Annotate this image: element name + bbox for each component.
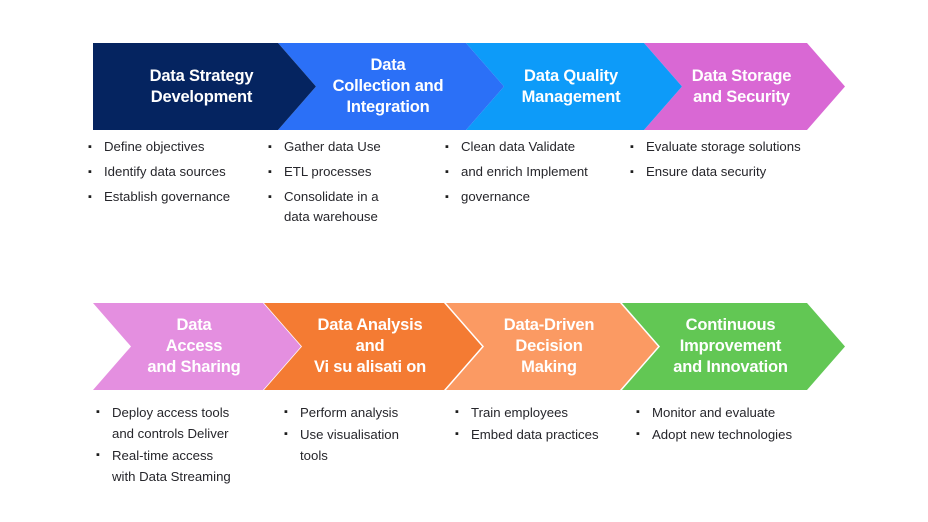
bullet-text: Identify data sources (104, 164, 226, 179)
bullet-column-5: ▪ Deploy access tools and controls Deliv… (96, 402, 286, 488)
diagram-canvas: Data Strategy Development Data Collectio… (0, 0, 928, 522)
bullet-text: Embed data practices (471, 427, 599, 442)
bullet-text: Perform analysis (300, 405, 399, 420)
bullet-icon: ▪ (636, 428, 640, 440)
bullet-column-1: ▪ Define objectives ▪ Identify data sour… (88, 137, 268, 212)
list-item: ▪ Establish governance (88, 187, 268, 207)
bullet-column-3: ▪ Clean data Validate ▪ and enrich Imple… (445, 137, 630, 212)
bullet-text: Gather data Use (284, 139, 381, 154)
list-item: ▪ Clean data Validate (445, 137, 630, 157)
list-item: ▪ Perform analysis (284, 402, 464, 423)
bullet-text: Establish governance (104, 189, 231, 204)
bullet-icon: ▪ (445, 191, 449, 203)
list-item: ▪ Use visualisation tools (284, 424, 464, 466)
bullet-text: Use visualisation tools (300, 427, 399, 463)
bullet-icon: ▪ (284, 406, 288, 418)
list-item: ▪ ETL processes (268, 162, 448, 182)
bullet-text: Deploy access tools and controls Deliver (112, 405, 230, 441)
bullet-text: governance (461, 189, 530, 204)
bullet-text: Evaluate storage solutions (646, 139, 801, 154)
stage-label-1: Data Strategy Development (149, 66, 254, 106)
bullet-icon: ▪ (630, 166, 634, 178)
bullet-icon: ▪ (284, 428, 288, 440)
bullet-column-7: ▪ Train employees ▪ Embed data practices (455, 402, 635, 446)
list-item: ▪ Monitor and evaluate (636, 402, 851, 423)
list-item: ▪ Train employees (455, 402, 635, 423)
stage-label-8: Continuous Improvement and Innovation (673, 316, 788, 376)
stage-label-7: Data-Driven Decision Making (503, 316, 595, 376)
list-item: ▪ Consolidate in a data warehouse (268, 187, 448, 227)
bullet-icon: ▪ (96, 406, 100, 418)
bullet-icon: ▪ (268, 141, 272, 153)
bullet-text: Monitor and evaluate (652, 405, 776, 420)
bullet-icon: ▪ (268, 191, 272, 203)
list-item: ▪ Identify data sources (88, 162, 268, 182)
stage-chevron-5[interactable]: Data Access and Sharing (93, 303, 301, 390)
bullet-text: Define objectives (104, 139, 205, 154)
bullet-icon: ▪ (88, 166, 92, 178)
bullet-column-4: ▪ Evaluate storage solutions ▪ Ensure da… (630, 137, 850, 187)
bullet-text: Real-time access with Data Streaming (112, 448, 231, 484)
bullet-text: Ensure data security (646, 164, 767, 179)
stage-label-3: Data Quality Management (521, 66, 621, 106)
bullet-icon: ▪ (88, 141, 92, 153)
bullet-icon: ▪ (88, 191, 92, 203)
list-item: ▪ governance (445, 187, 630, 207)
bullet-text: and enrich Implement (461, 164, 588, 179)
bullet-text: Train employees (471, 405, 568, 420)
bullet-text: Consolidate in a data warehouse (284, 189, 379, 224)
bullet-icon: ▪ (455, 428, 459, 440)
bullet-text: Clean data Validate (461, 139, 576, 154)
bullet-text: Adopt new technologies (652, 427, 793, 442)
bullet-icon: ▪ (445, 141, 449, 153)
bullet-text: ETL processes (284, 164, 372, 179)
bullet-icon: ▪ (445, 166, 449, 178)
bullet-icon: ▪ (636, 406, 640, 418)
list-item: ▪ Evaluate storage solutions (630, 137, 850, 157)
stage-label-2: Data Collection and Integration (332, 56, 444, 116)
stage-label-5: Data Access and Sharing (147, 316, 241, 376)
bullet-icon: ▪ (268, 166, 272, 178)
list-item: ▪ Real-time access with Data Streaming (96, 445, 286, 487)
bullet-column-6: ▪ Perform analysis ▪ Use visualisation t… (284, 402, 464, 467)
list-item: ▪ Ensure data security (630, 162, 850, 182)
bullet-icon: ▪ (630, 141, 634, 153)
list-item: ▪ Embed data practices (455, 424, 635, 445)
list-item: ▪ Define objectives (88, 137, 268, 157)
list-item: ▪ Gather data Use (268, 137, 448, 157)
list-item: ▪ and enrich Implement (445, 162, 630, 182)
bullet-icon: ▪ (96, 449, 100, 461)
bullet-column-2: ▪ Gather data Use ▪ ETL processes ▪ Cons… (268, 137, 448, 232)
stage-label-4: Data Storage and Security (691, 66, 792, 106)
list-item: ▪ Deploy access tools and controls Deliv… (96, 402, 286, 444)
list-item: ▪ Adopt new technologies (636, 424, 851, 445)
bullet-column-8: ▪ Monitor and evaluate ▪ Adopt new techn… (636, 402, 851, 446)
bullet-icon: ▪ (455, 406, 459, 418)
stage-label-6: Data Analysis and Vi su alisati on (313, 316, 427, 376)
stage-chevron-1[interactable]: Data Strategy Development (93, 43, 316, 130)
